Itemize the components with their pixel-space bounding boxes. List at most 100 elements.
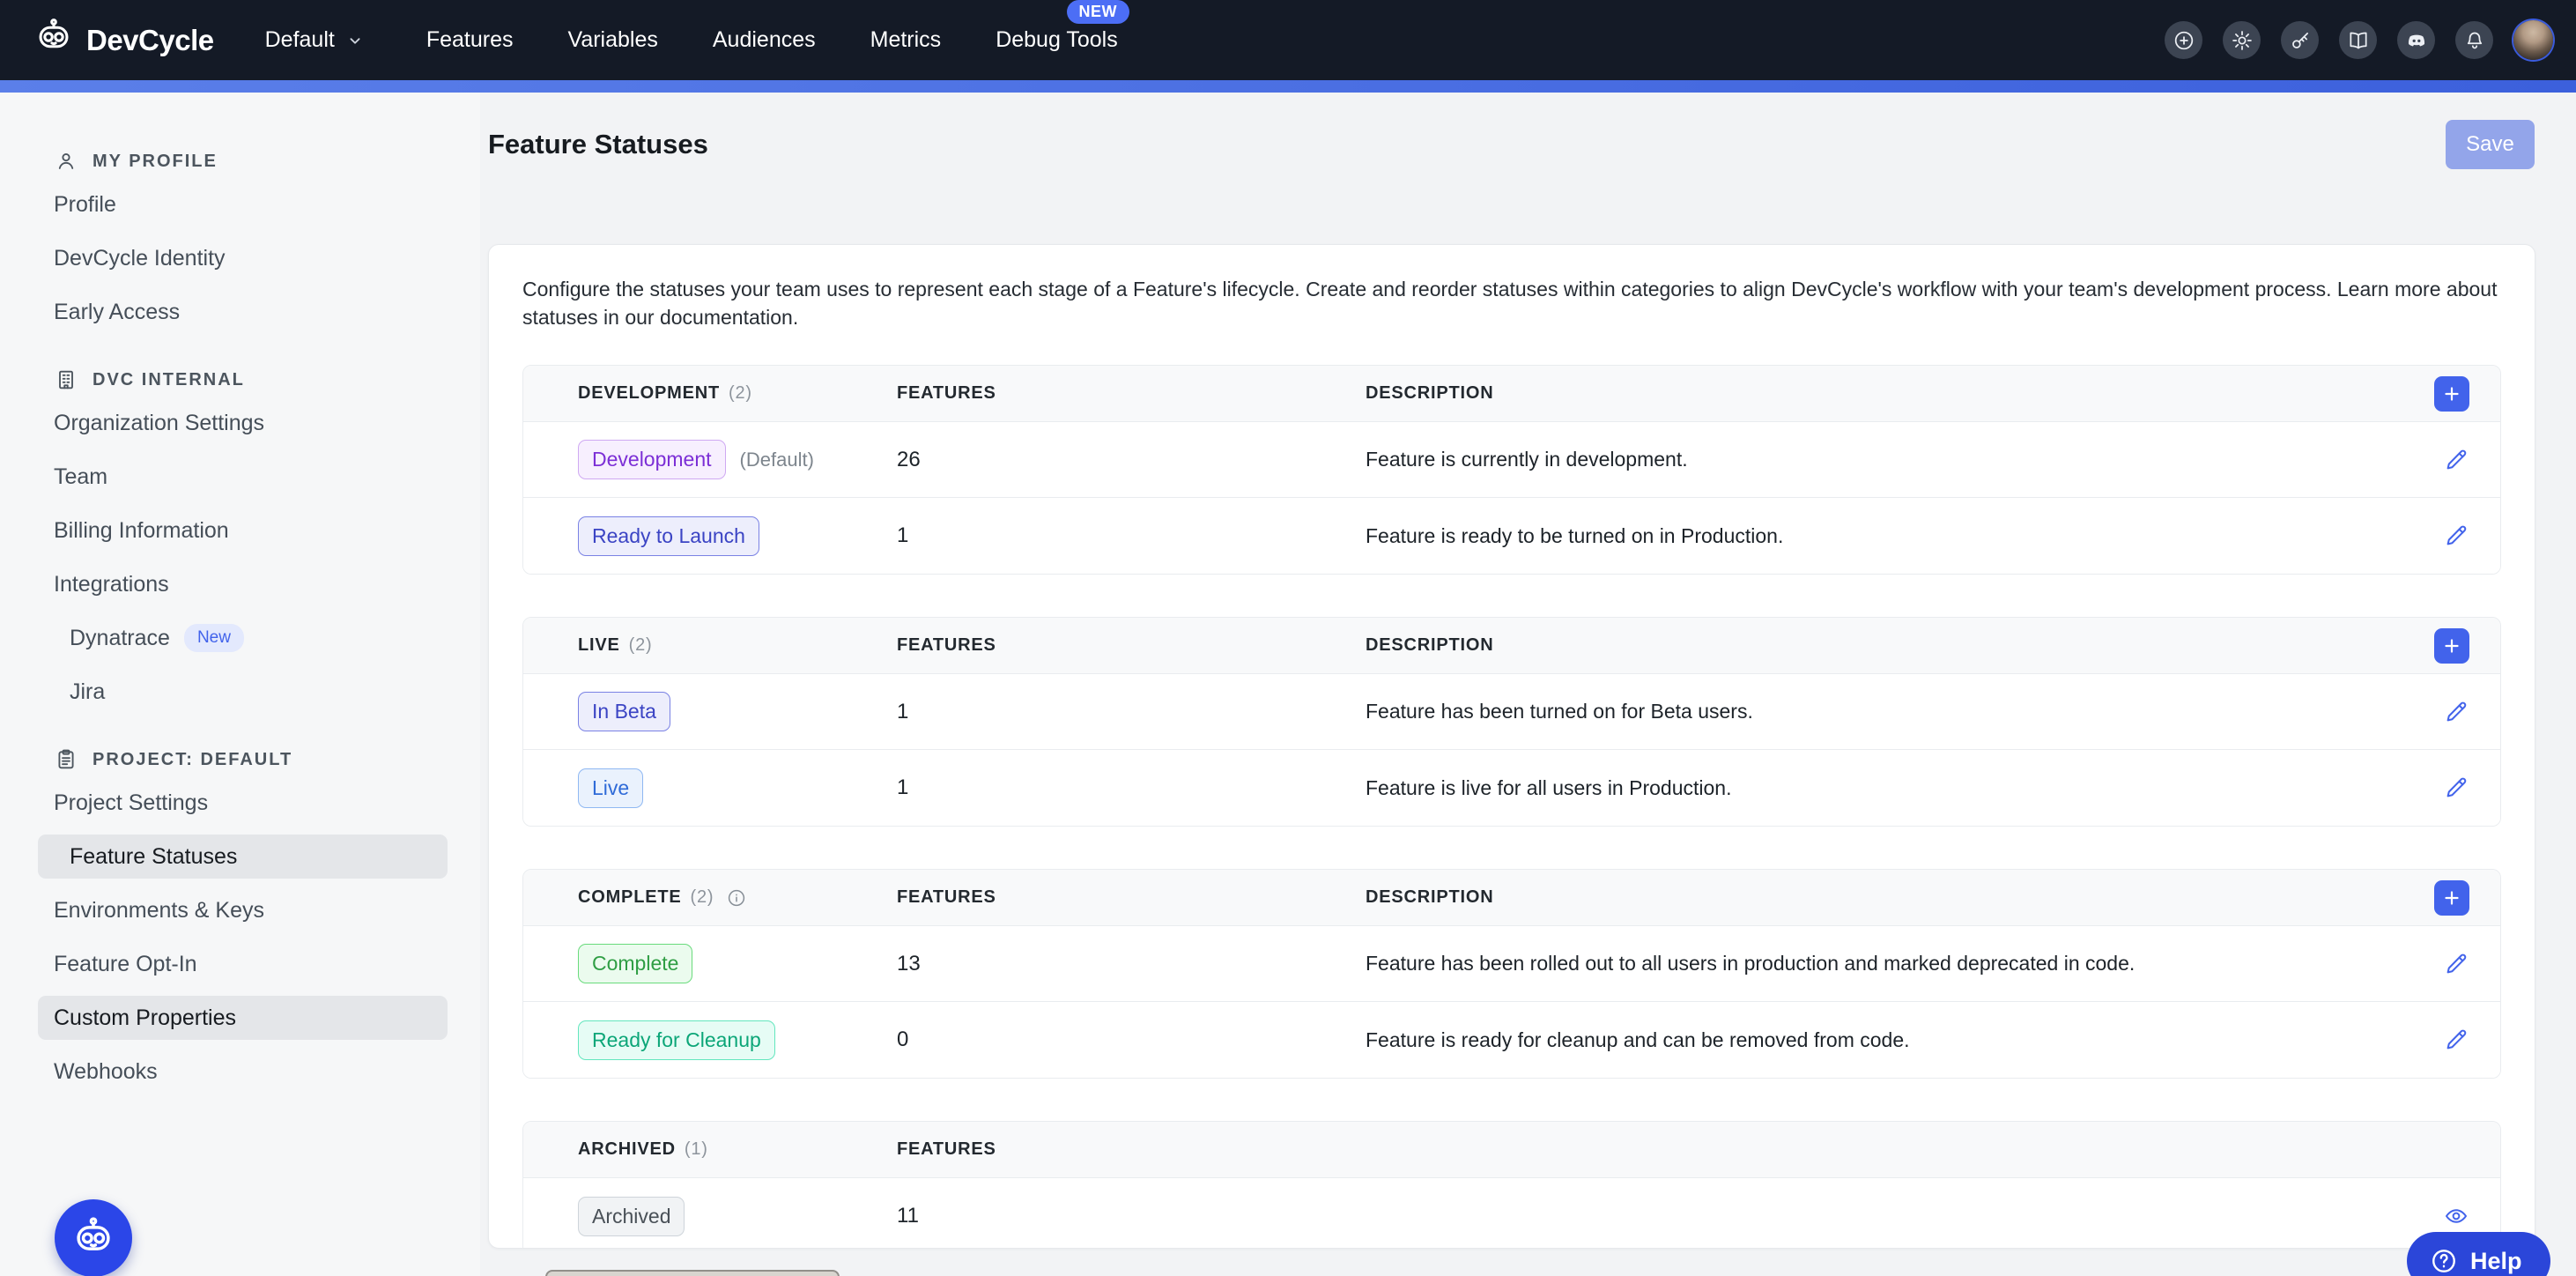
avatar[interactable] [2513, 20, 2553, 60]
sidebar-section-project-default: PROJECT: DEFAULTProject SettingsFeature … [0, 746, 480, 1094]
docs-book-icon [2347, 29, 2370, 52]
sidebar-item-integrations[interactable]: Integrations [38, 562, 448, 606]
nav-item-label: Features [426, 27, 514, 52]
status-row-ready-to-launch: Ready to Launch1Feature is ready to be t… [523, 498, 2500, 574]
sidebar-item-label: Profile [54, 192, 116, 218]
sidebar-item-dynatrace[interactable]: DynatraceNew [38, 616, 448, 660]
save-button[interactable]: Save [2446, 120, 2535, 169]
sidebar-section-header: DVC INTERNAL [38, 366, 448, 394]
sidebar-item-custom-properties[interactable]: Custom Properties [38, 996, 448, 1040]
description-column-header: DESCRIPTION [1366, 887, 2417, 908]
sidebar: MY PROFILEProfileDevCycle IdentityEarly … [0, 93, 480, 1276]
info-icon [726, 887, 747, 909]
feature-statuses-card: Configure the statuses your team uses to… [488, 244, 2535, 1249]
edit-status-button[interactable] [2443, 699, 2469, 725]
sidebar-item-feature-statuses[interactable]: Feature Statuses [38, 835, 448, 879]
view-status-button[interactable] [2443, 1203, 2469, 1229]
key-button[interactable] [2281, 21, 2319, 59]
gear-button[interactable] [2223, 21, 2261, 59]
features-column-header: FEATURES [897, 635, 1366, 656]
sidebar-item-billing-information[interactable]: Billing Information [38, 508, 448, 553]
key-icon [2289, 29, 2312, 52]
sidebar-item-label: Feature Opt-In [54, 952, 197, 977]
top-navbar: DevCycle Default Features Variables Audien… [0, 0, 2576, 80]
clipboard-icon [54, 747, 78, 772]
sidebar-item-label: Billing Information [54, 518, 229, 544]
brand-name: DevCycle [86, 24, 214, 57]
status-row-in-beta: In Beta1Feature has been turned on for B… [523, 674, 2500, 750]
main-content: Feature Statuses Save Configure the stat… [480, 93, 2576, 1276]
bell-button[interactable] [2455, 21, 2493, 59]
header-actions [2434, 628, 2469, 664]
sidebar-item-webhooks[interactable]: Webhooks [38, 1050, 448, 1094]
nav-right [2165, 20, 2553, 60]
robot-icon [70, 1215, 116, 1261]
edit-status-button[interactable] [2443, 775, 2469, 801]
status-badge-cell: In Beta [578, 692, 897, 731]
status-badge-cell: Ready for Cleanup [578, 1020, 897, 1060]
status-badge-cell: Ready to Launch [578, 516, 897, 556]
docs-book-button[interactable] [2339, 21, 2377, 59]
edit-status-button[interactable] [2443, 523, 2469, 549]
nav-item-metrics[interactable]: Metrics [870, 27, 942, 53]
edit-status-button[interactable] [2443, 447, 2469, 473]
status-description: Feature is ready for cleanup and can be … [1366, 1028, 2417, 1052]
status-badge: Development [578, 440, 726, 479]
header-actions [2434, 376, 2469, 412]
status-badge: Ready for Cleanup [578, 1020, 775, 1060]
discord-icon [2405, 29, 2428, 52]
add-status-button[interactable] [2434, 880, 2469, 916]
accent-bar [0, 80, 2576, 93]
sidebar-item-organization-settings[interactable]: Organization Settings [38, 401, 448, 445]
status-row-ready-for-cleanup: Ready for Cleanup0Feature is ready for c… [523, 1002, 2500, 1078]
page-description: Configure the statuses your team uses to… [522, 275, 2501, 331]
discord-button[interactable] [2397, 21, 2435, 59]
sidebar-item-label: Early Access [54, 300, 180, 325]
nav-item-audiences[interactable]: Audiences [713, 27, 816, 53]
table-header-row: COMPLETE(2)FEATURESDESCRIPTION [523, 870, 2500, 926]
nav-menu: Features Variables Audiences Metrics Debug T… [426, 27, 1118, 53]
sidebar-item-project-settings[interactable]: Project Settings [38, 781, 448, 825]
sidebar-item-label: Project Settings [54, 790, 208, 816]
status-table-development: DEVELOPMENT(2)FEATURESDESCRIPTIONDevelop… [522, 365, 2501, 575]
project-selector[interactable]: Default [265, 27, 365, 53]
sidebar-item-environments-keys[interactable]: Environments & Keys [38, 888, 448, 932]
table-header-row: LIVE(2)FEATURESDESCRIPTION [523, 618, 2500, 674]
help-button[interactable]: Help [2407, 1232, 2550, 1276]
feature-count: 13 [897, 952, 1366, 976]
nav-item-debug-tools[interactable]: Debug ToolsNEW [996, 27, 1118, 53]
sidebar-item-profile[interactable]: Profile [38, 182, 448, 226]
status-table-archived: ARCHIVED(1)FEATURESArchived11 [522, 1121, 2501, 1249]
sidebar-item-label: Webhooks [54, 1059, 158, 1085]
info-icon[interactable] [726, 887, 747, 909]
nav-item-variables[interactable]: Variables [568, 27, 658, 53]
robot-icon [70, 1215, 116, 1261]
devcycle-logo-icon [33, 17, 74, 64]
sidebar-item-feature-opt-in[interactable]: Feature Opt-In [38, 942, 448, 986]
nav-item-features[interactable]: Features [426, 27, 514, 53]
sidebar-item-team[interactable]: Team [38, 455, 448, 499]
status-tables: DEVELOPMENT(2)FEATURESDESCRIPTIONDevelop… [522, 365, 2501, 1249]
plus-circle-button[interactable] [2165, 21, 2202, 59]
sidebar-item-early-access[interactable]: Early Access [38, 290, 448, 334]
status-badge: Archived [578, 1197, 685, 1236]
status-badge: In Beta [578, 692, 670, 731]
sidebar-item-jira[interactable]: Jira [38, 670, 448, 714]
status-row-archived: Archived11 [523, 1178, 2500, 1249]
sidebar-item-label: Organization Settings [54, 411, 264, 436]
edit-status-button[interactable] [2443, 1027, 2469, 1053]
add-status-button[interactable] [2434, 376, 2469, 412]
sidebar-nav: MY PROFILEProfileDevCycle IdentityEarly … [0, 147, 480, 1094]
chevron-down-icon [345, 31, 365, 50]
devcycle-assistant-button[interactable] [55, 1199, 132, 1276]
status-row-development: Development(Default)26Feature is current… [523, 422, 2500, 498]
page-title: Feature Statuses [488, 129, 708, 160]
devcycle-brand[interactable]: DevCycle [33, 17, 214, 64]
table-header-row: DEVELOPMENT(2)FEATURESDESCRIPTION [523, 366, 2500, 422]
status-badge-cell: Complete [578, 944, 897, 983]
edit-status-button[interactable] [2443, 951, 2469, 977]
sidebar-item-devcycle-identity[interactable]: DevCycle Identity [38, 236, 448, 280]
person-icon [54, 149, 78, 174]
add-status-button[interactable] [2434, 628, 2469, 664]
status-description: Feature is ready to be turned on in Prod… [1366, 524, 2417, 548]
